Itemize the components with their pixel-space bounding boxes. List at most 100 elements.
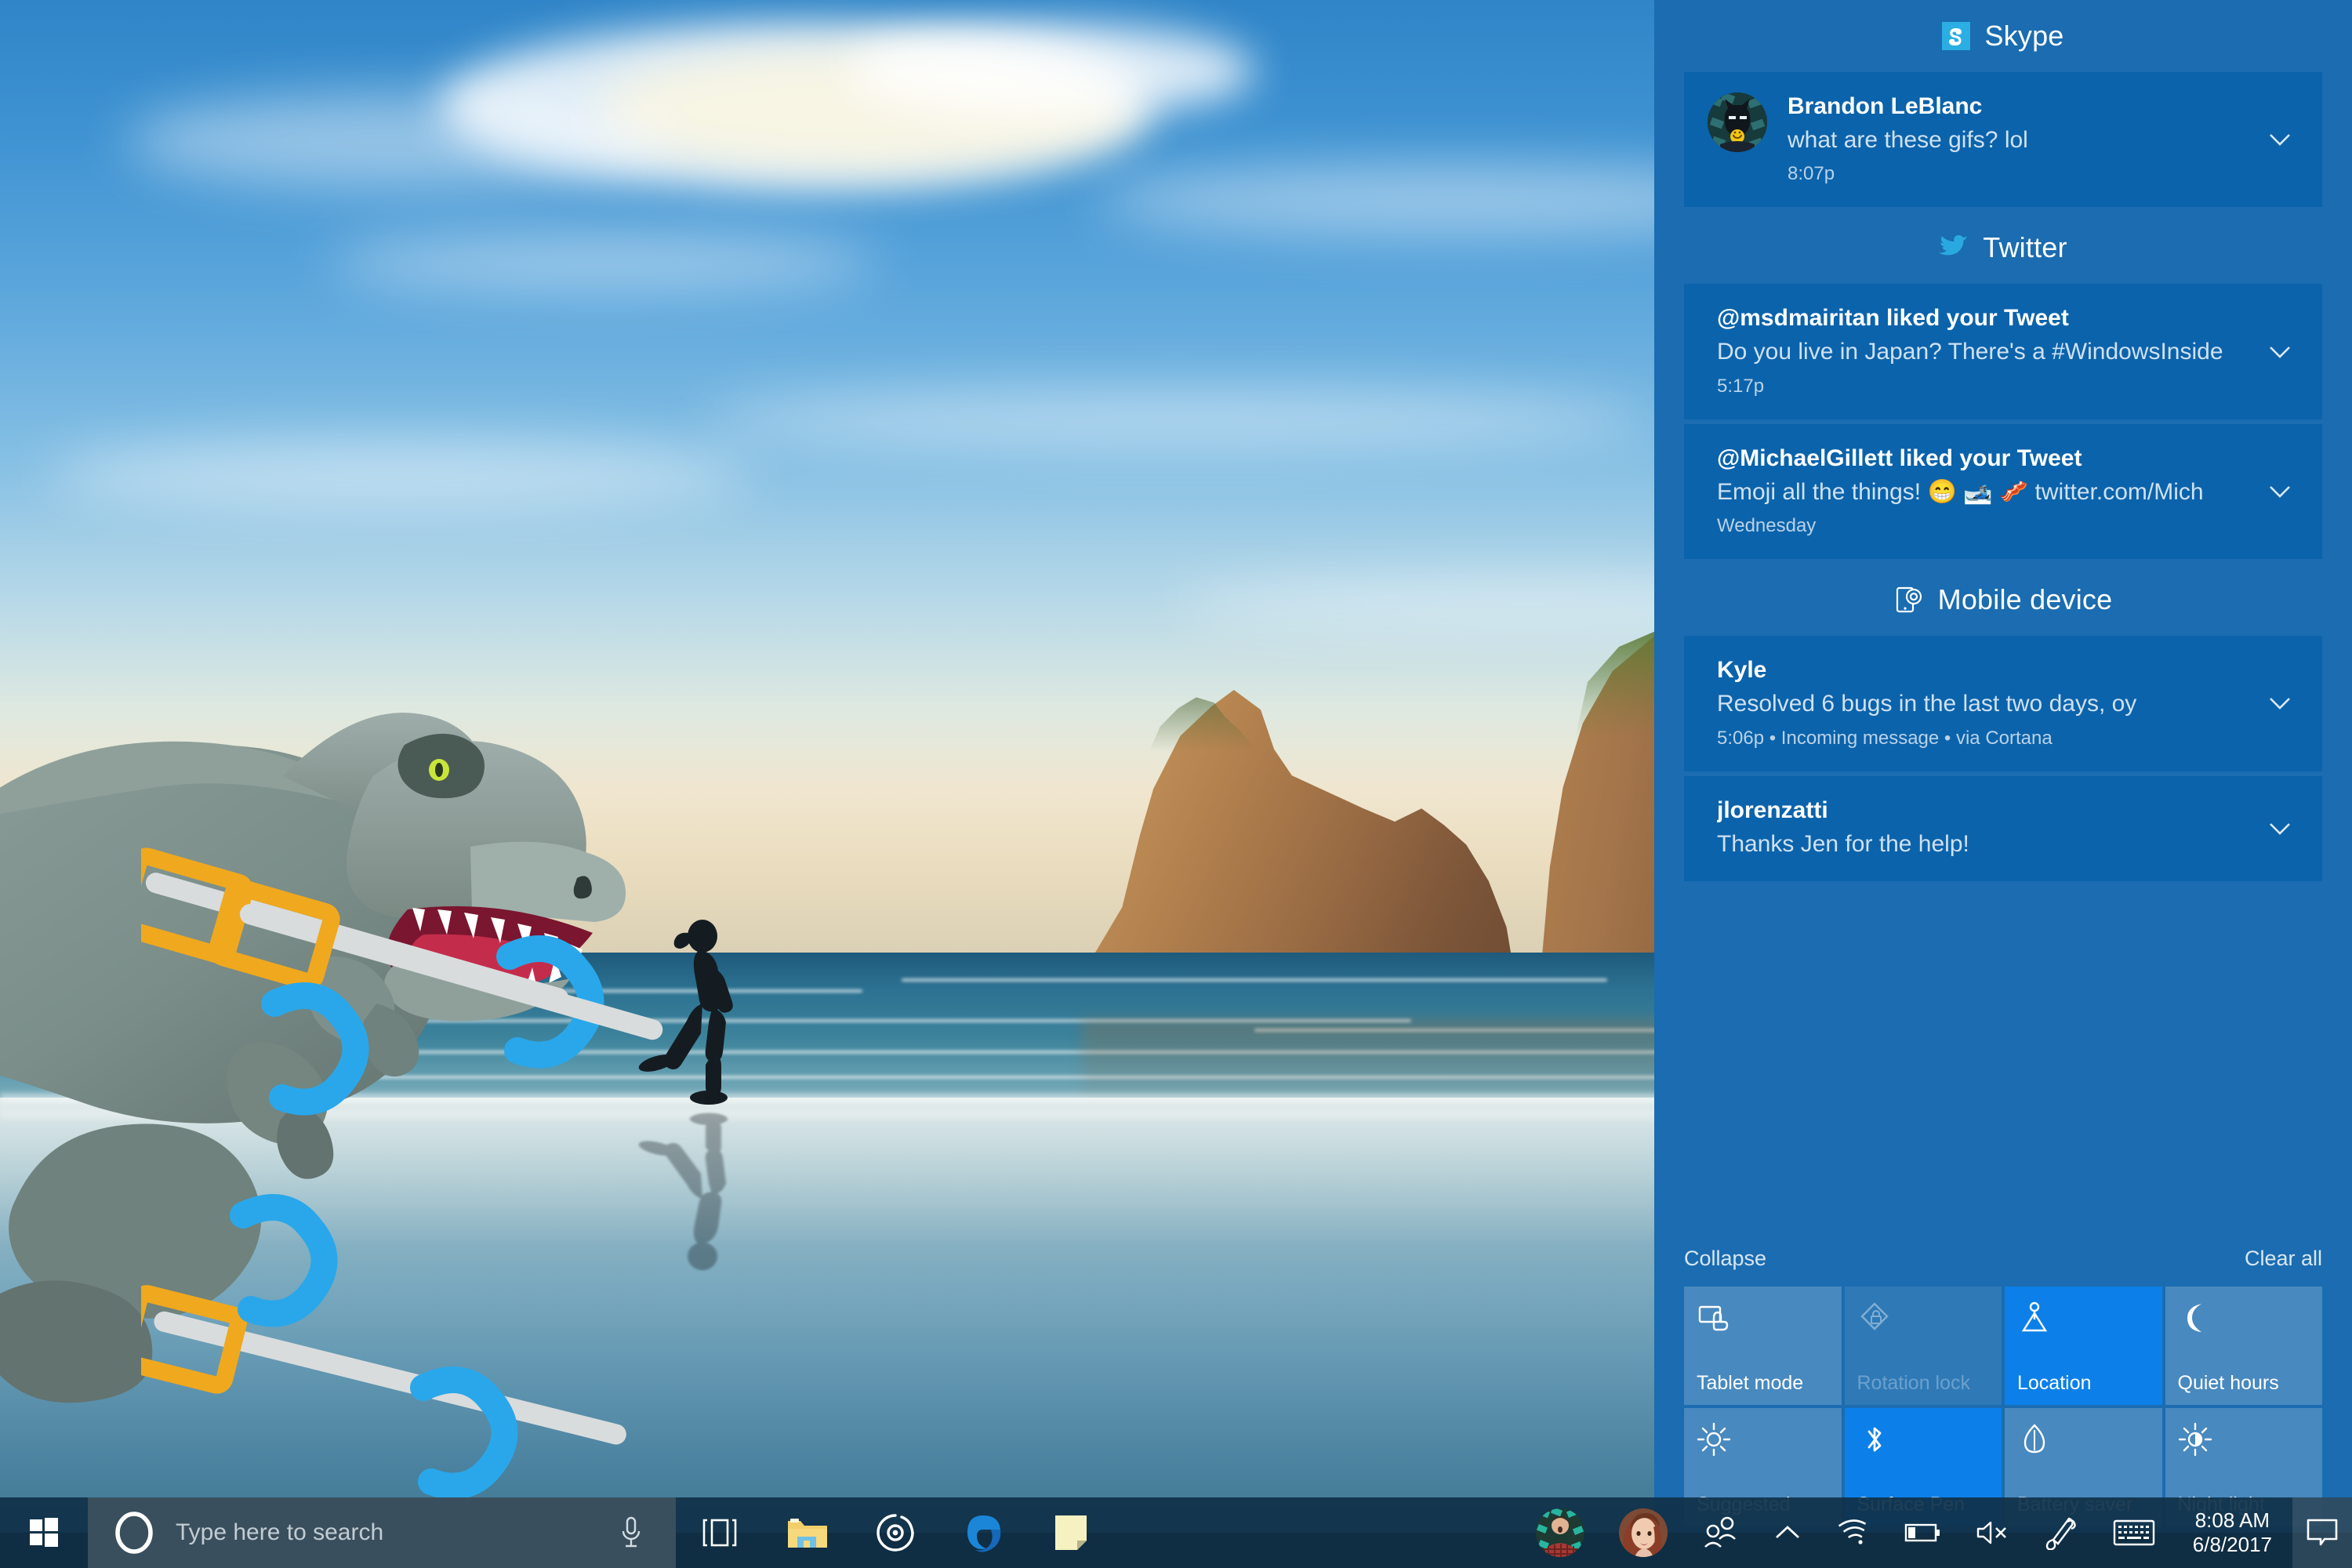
battery-button[interactable] <box>1887 1497 1958 1568</box>
app-name-label: Twitter <box>1983 231 2067 264</box>
notification-group-twitter: Twitter @msdmairitan liked your Tweet Do… <box>1654 212 2352 560</box>
chevron-down-icon[interactable] <box>2263 474 2297 509</box>
bluetooth-icon <box>1867 1427 1881 1452</box>
notifications-scroll-area[interactable]: Skype Brandon LeBlanc what are these gif… <box>1654 0 2352 1229</box>
avatar <box>1708 93 1767 152</box>
night-light-icon <box>2178 1422 2212 1457</box>
quick-action-label: Tablet mode <box>1697 1372 1804 1394</box>
file-explorer-icon <box>788 1519 827 1548</box>
notification-title: @MichaelGillett liked your Tweet <box>1717 445 2082 471</box>
groove-music-icon <box>877 1514 914 1552</box>
notification-meta: 8:07p <box>1788 163 1835 185</box>
location-icon <box>2021 1301 2048 1332</box>
notification-item[interactable]: jlorenzatti Thanks Jen for the help! <box>1684 775 2322 881</box>
taskbar-app-edge[interactable] <box>939 1497 1027 1568</box>
search-input[interactable]: Type here to search <box>88 1497 676 1568</box>
quick-action-tablet-mode[interactable]: Tablet mode <box>1684 1287 1842 1405</box>
cloud <box>706 392 1646 447</box>
notification-title: @msdmairitan liked your Tweet <box>1717 305 2069 332</box>
ski-poles-art <box>141 848 663 1500</box>
notification-group-mobile-device: Mobile device Kyle Resolved 6 bugs in th… <box>1654 564 2352 881</box>
twitter-icon <box>1939 235 1969 256</box>
edge-icon <box>967 1515 1001 1552</box>
clear-all-button[interactable]: Clear all <box>2245 1247 2322 1271</box>
action-center-button[interactable] <box>2292 1497 2352 1568</box>
my-people-avatar-2 <box>1618 1508 1668 1557</box>
microphone-icon[interactable] <box>616 1515 646 1551</box>
volume-button[interactable] <box>1958 1497 2027 1568</box>
clock-date: 6/8/2017 <box>2192 1533 2272 1556</box>
moon-icon <box>2187 1304 2201 1332</box>
app-header-mobile-device[interactable]: Mobile device <box>1654 564 2352 636</box>
quick-action-quiet-hours[interactable]: Quiet hours <box>2165 1287 2322 1405</box>
taskbar[interactable]: Type here to search 8:08 AM 6/8/2017 <box>0 1497 2352 1568</box>
notification-message: Emoji all the things! 😁 🎿 🥓 twitter.com/… <box>1717 478 2204 505</box>
notification-item[interactable]: Brandon LeBlanc what are these gifs? lol… <box>1684 72 2322 208</box>
notification-meta: Wednesday <box>1717 515 1817 537</box>
taskbar-app-sticky-notes[interactable] <box>1027 1497 1115 1568</box>
clock-time: 8:08 AM <box>2194 1508 2270 1533</box>
notification-message: what are these gifs? lol <box>1788 127 2028 153</box>
notification-meta: 5:06p • Incoming message • via Cortana <box>1717 727 2053 749</box>
my-people-avatar-1 <box>1535 1508 1584 1557</box>
notification-item[interactable]: Kyle Resolved 6 bugs in the last two day… <box>1684 636 2322 771</box>
chevron-up-icon <box>1775 1526 1799 1539</box>
action-center-panel[interactable]: Skype Brandon LeBlanc what are these gif… <box>1654 0 2352 1533</box>
task-view-icon <box>702 1519 737 1547</box>
leaf-icon <box>2024 1424 2045 1454</box>
notification-title: jlorenzatti <box>1717 797 1828 823</box>
chevron-down-icon[interactable] <box>2263 811 2297 846</box>
rotation-lock-icon <box>1860 1302 1889 1330</box>
pen-icon <box>2045 1517 2076 1550</box>
action-center-icon <box>2307 1519 2338 1546</box>
notification-message: Resolved 6 bugs in the last two days, oy <box>1717 691 2137 717</box>
network-button[interactable] <box>1820 1497 1887 1568</box>
start-button[interactable] <box>0 1497 88 1568</box>
brightness-icon <box>1697 1422 1731 1457</box>
chevron-down-icon[interactable] <box>2263 335 2297 369</box>
notification-group-skype: Skype Brandon LeBlanc what are these gif… <box>1654 0 2352 208</box>
notification-title: Kyle <box>1717 657 1767 684</box>
taskbar-app-groove-music[interactable] <box>851 1497 939 1568</box>
chevron-down-icon[interactable] <box>2263 122 2297 157</box>
cortana-circle-icon[interactable] <box>113 1512 155 1554</box>
app-name-label: Skype <box>1984 20 2064 52</box>
my-people-button[interactable] <box>1685 1497 1755 1568</box>
notification-message: Do you live in Japan? There's a #Windows… <box>1717 339 2223 365</box>
quick-action-label: Quiet hours <box>2177 1372 2279 1394</box>
app-name-label: Mobile device <box>1937 583 2113 616</box>
taskbar-app-file-explorer[interactable] <box>764 1497 851 1568</box>
tablet-mode-icon <box>1698 1305 1729 1331</box>
taskbar-spacer <box>1115 1497 1519 1568</box>
clock[interactable]: 8:08 AM 6/8/2017 <box>2172 1497 2292 1568</box>
action-center-footer: Collapse Clear all Tablet mode Rotation … <box>1654 1229 2352 1533</box>
keyboard-icon <box>2113 1519 2154 1546</box>
app-header-twitter[interactable]: Twitter <box>1654 212 2352 284</box>
quick-action-rotation-lock[interactable]: Rotation lock <box>1844 1287 2002 1405</box>
my-people-contact-1[interactable] <box>1519 1497 1602 1568</box>
quick-action-label: Location <box>2017 1372 2092 1394</box>
quick-action-label: Rotation lock <box>1857 1372 1971 1394</box>
my-people-icon <box>1704 1516 1736 1548</box>
search-placeholder: Type here to search <box>176 1519 384 1545</box>
cloud <box>847 24 1254 118</box>
taskbar-app-task-view[interactable] <box>676 1497 764 1568</box>
show-hidden-icons-button[interactable] <box>1755 1497 1820 1568</box>
notification-title: Brandon LeBlanc <box>1788 93 1983 119</box>
system-tray: 8:08 AM 6/8/2017 <box>1519 1497 2352 1568</box>
taskbar-app-list <box>676 1497 1115 1568</box>
app-header-skype[interactable]: Skype <box>1654 0 2352 72</box>
notification-item[interactable]: @msdmairitan liked your Tweet Do you liv… <box>1684 284 2322 419</box>
chevron-down-icon[interactable] <box>2263 686 2297 720</box>
collapse-button[interactable]: Collapse <box>1684 1247 1766 1271</box>
cloud <box>125 94 674 188</box>
notification-item[interactable]: @MichaelGillett liked your Tweet Emoji a… <box>1684 423 2322 560</box>
wifi-icon <box>1838 1519 1866 1544</box>
skype-icon <box>1942 22 1971 50</box>
quick-action-location[interactable]: Location <box>2005 1287 2162 1405</box>
my-people-contact-2[interactable] <box>1602 1497 1685 1568</box>
windows-ink-button[interactable] <box>2027 1497 2096 1568</box>
battery-icon <box>1904 1523 1940 1542</box>
quick-actions-grid: Tablet mode Rotation lock Location Quiet… <box>1654 1287 2352 1533</box>
touch-keyboard-button[interactable] <box>2096 1497 2172 1568</box>
